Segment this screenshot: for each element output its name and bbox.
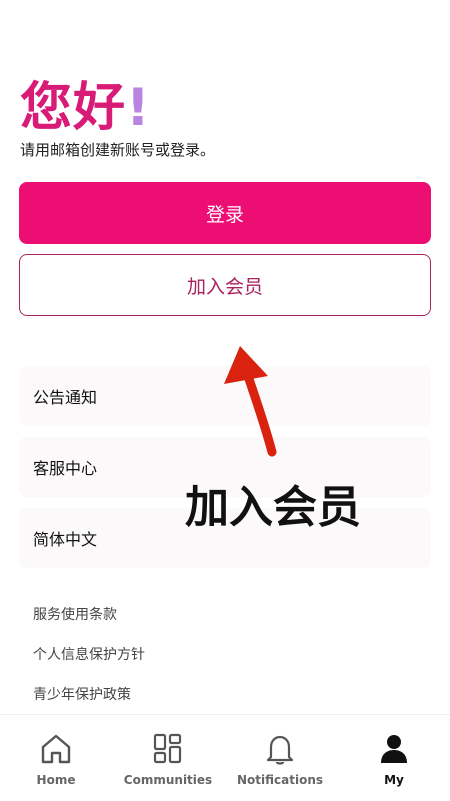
login-button-label: 登录 [205,203,244,226]
tab-label: Notifications [236,773,324,787]
join-member-button[interactable]: 加入会员 [19,254,431,316]
tab-label: Home [36,773,76,787]
grid-icon [153,733,182,764]
annotation-label: 加入会员 [185,482,361,533]
join-member-button-label: 加入会员 [186,275,263,298]
youth-protection-link[interactable]: 青少年保护政策 [33,684,131,704]
tab-communities[interactable]: Communities [112,715,224,801]
greeting-exclamation: ! [126,78,151,138]
tab-my[interactable]: My [338,715,450,801]
greeting-text: 您好 [20,78,127,138]
menu-item-label: 简体中文 [33,530,98,549]
bottom-tab-bar: Home Communities Notifications My [0,714,450,801]
home-icon [41,734,71,764]
greeting-title: 您好! [20,78,151,138]
tab-notifications[interactable]: Notifications [224,715,336,801]
user-icon [381,735,407,763]
privacy-policy-link[interactable]: 个人信息保护方针 [33,644,145,664]
menu-item-label: 公告通知 [33,388,98,407]
terms-of-service-link[interactable]: 服务使用条款 [33,604,117,624]
bell-icon [266,735,294,765]
tab-label: Communities [123,773,213,787]
tab-label: My [384,773,404,787]
login-button[interactable]: 登录 [19,182,431,244]
annotation-arrow [224,346,277,457]
greeting-subtitle: 请用邮箱创建新账号或登录。 [20,141,216,159]
tab-home[interactable]: Home [0,715,112,801]
menu-item-label: 客服中心 [33,459,98,478]
